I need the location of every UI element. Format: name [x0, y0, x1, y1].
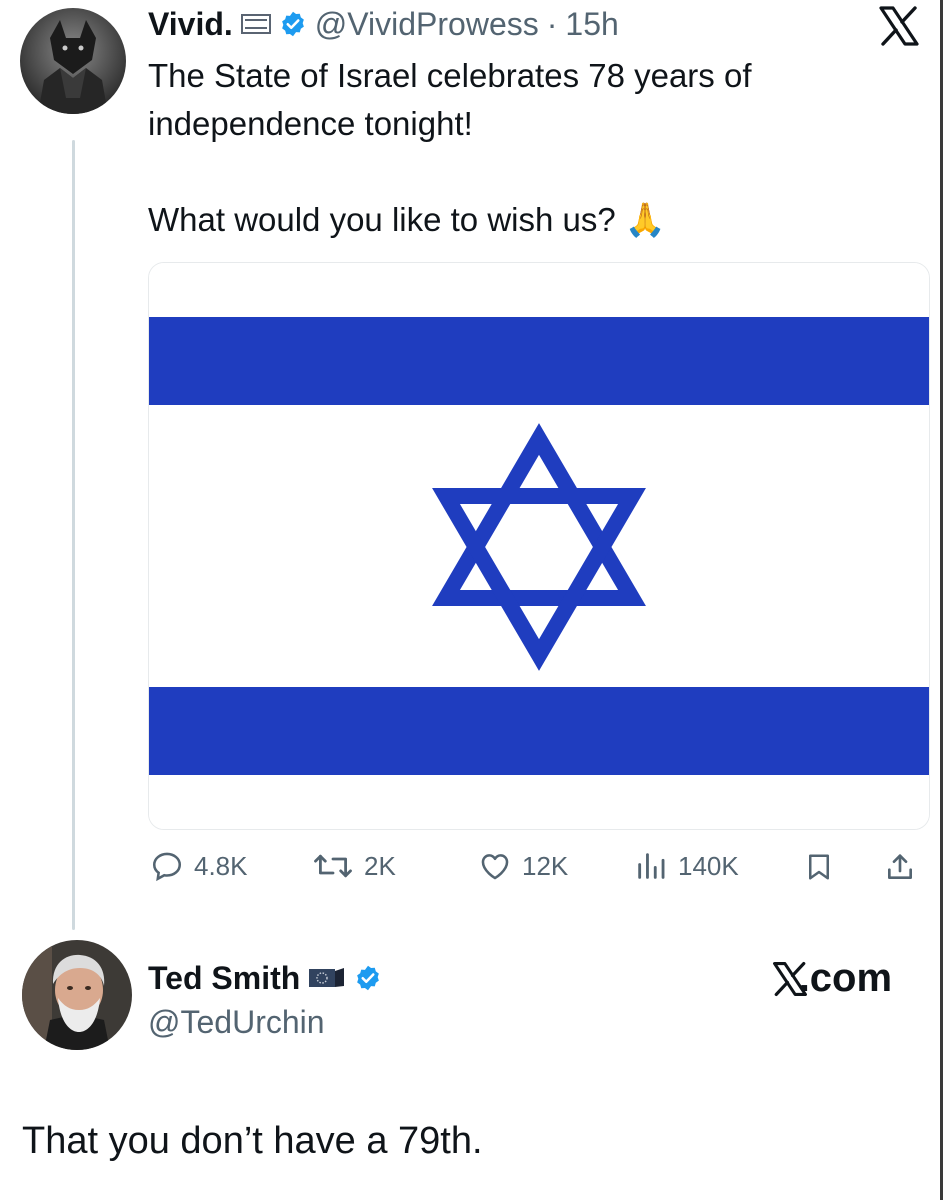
share-icon[interactable]	[884, 850, 916, 884]
repost-count: 2K	[364, 850, 396, 881]
reply-author-handle[interactable]: @TedUrchin	[148, 1004, 325, 1041]
flag-icon	[240, 14, 271, 34]
bearded-man-avatar-image	[22, 940, 132, 1050]
tweet-text-line-2: What would you like to wish us? 🙏	[148, 196, 908, 244]
site-label[interactable]: X.com	[772, 956, 892, 1001]
flag-top-stripe	[149, 317, 929, 405]
verified-badge-icon	[281, 11, 304, 37]
views-count: 140K	[678, 850, 739, 881]
tweet-text-line-1: The State of Israel celebrates 78 years …	[148, 57, 752, 142]
repost-action[interactable]: 2K	[312, 848, 396, 884]
tweet-media-card[interactable]	[148, 262, 930, 830]
right-edge-border	[940, 0, 943, 1200]
bookmark-icon[interactable]	[804, 851, 834, 883]
x-logo-icon[interactable]	[878, 6, 920, 46]
like-count: 12K	[522, 850, 569, 881]
reply-header: Ted Smith	[148, 956, 382, 1000]
wolf-knight-avatar-image	[20, 8, 126, 114]
tweet-timestamp[interactable]: 15h	[565, 6, 618, 43]
flag-bottom-stripe	[149, 687, 929, 775]
reply-author-avatar[interactable]	[22, 940, 132, 1050]
reply-count: 4.8K	[194, 850, 248, 881]
tweet-body: The State of Israel celebrates 78 years …	[148, 52, 908, 244]
repost-icon	[314, 854, 352, 878]
tweet-author-avatar[interactable]	[20, 8, 126, 114]
reply-icon	[152, 852, 182, 882]
tweet-question: What would you like to wish us?	[148, 201, 616, 238]
tweet-author-handle[interactable]: @VividProwess	[315, 6, 539, 43]
like-icon	[481, 854, 509, 880]
reply-author-name[interactable]: Ted Smith	[148, 960, 300, 997]
tweet-header: Vivid. @VividProwess · 15h	[148, 2, 619, 46]
reply-text: That you don’t have a 79th.	[22, 1120, 483, 1162]
verified-badge-icon	[357, 965, 380, 991]
separator-dot: ·	[546, 5, 558, 42]
site-label-text: X.com	[798, 956, 893, 1000]
eu-flag-icon	[309, 968, 345, 987]
tweet-author-name[interactable]: Vivid.	[148, 6, 233, 43]
thread-connector-line	[72, 140, 75, 930]
views-icon	[638, 853, 665, 879]
views-action[interactable]: 140K	[634, 848, 739, 884]
israel-flag-image	[149, 263, 929, 829]
reply-action[interactable]: 4.8K	[150, 848, 248, 884]
like-action[interactable]: 12K	[478, 848, 568, 884]
praying-hands-emoji: 🙏	[624, 201, 666, 238]
